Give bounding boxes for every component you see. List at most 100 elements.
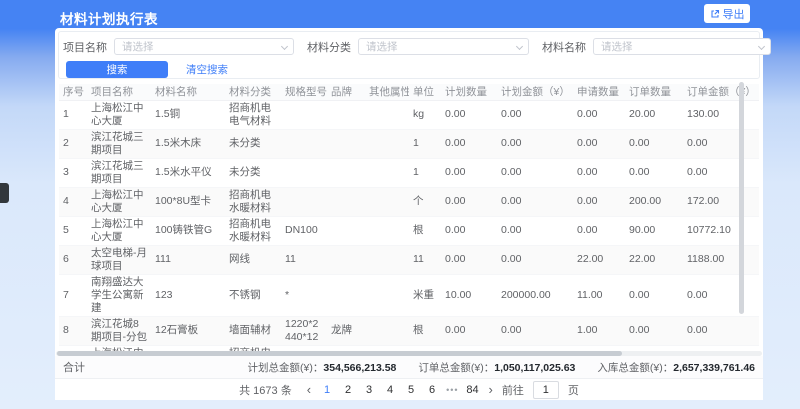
table-cell: 1.5米水平仪	[151, 158, 225, 187]
filter-panel: 项目名称请选择材料分类请选择材料名称请选择 搜索 清空搜索	[58, 31, 760, 79]
pagination: 共 1673 条 ‹ 123456•••84 › 前往 页	[55, 380, 763, 400]
page-number[interactable]: 2	[341, 384, 355, 396]
table-cell: 0.00	[497, 316, 573, 345]
page-number[interactable]: 84	[466, 384, 480, 396]
table-cell: 0.00	[683, 316, 759, 345]
table-cell: 0.00	[497, 100, 573, 129]
table-cell: 172.00	[683, 187, 759, 216]
table-cell: 0.00	[441, 187, 497, 216]
filter-select[interactable]: 请选择	[593, 38, 771, 55]
table-cell: 4	[59, 187, 87, 216]
summary-item-label: 计划总金额(¥)：	[248, 362, 324, 374]
table-cell: 0.00	[441, 100, 497, 129]
table-cell: 8	[59, 316, 87, 345]
table-cell: 招商机电 水暖材料	[225, 187, 281, 216]
table-cell: 6	[59, 245, 87, 274]
summary-item-label: 入库总金额(¥)：	[597, 362, 673, 374]
filter-label: 项目名称	[63, 39, 107, 55]
table-cell: 10.00	[441, 274, 497, 316]
export-button[interactable]: 导出	[704, 4, 750, 23]
table-cell: 0.00	[625, 274, 683, 316]
table-cell: 个	[409, 187, 441, 216]
table-cell: DN100	[281, 216, 327, 245]
table-row: 6太空电梯-月球项目111网线11110.000.0022.0022.00118…	[59, 245, 759, 274]
vertical-scrollbar[interactable]	[739, 82, 744, 314]
column-header: 计划金额（¥）	[497, 84, 573, 100]
summary-item: 订单总金额(¥)：1,050,117,025.63	[418, 360, 575, 375]
table-cell: 1220*2440*12	[281, 316, 327, 345]
table-cell: 龙牌	[327, 316, 365, 345]
table-cell: 太空电梯-月球项目	[87, 245, 151, 274]
table-cell: 0.00	[441, 245, 497, 274]
table-cell	[365, 187, 409, 216]
table-row: 7南翔盛达大学生公寓新建123不锈钢*米重10.00200000.0011.00…	[59, 274, 759, 316]
column-header: 单位	[409, 84, 441, 100]
drawer-handle[interactable]	[0, 183, 9, 203]
table-cell: 1.5铜	[151, 100, 225, 129]
page-number[interactable]: 4	[383, 384, 397, 396]
chevron-down-icon	[758, 43, 765, 50]
page-number[interactable]: 1	[320, 384, 334, 396]
prev-page-button[interactable]: ‹	[305, 381, 313, 399]
table-cell: 1188.00	[683, 245, 759, 274]
table-cell: 招商机电 水暖材料	[225, 216, 281, 245]
summary-item-value: 1,050,117,025.63	[494, 362, 575, 374]
table-cell: 0.00	[573, 187, 625, 216]
table-cell	[365, 158, 409, 187]
table-cell: 22.00	[625, 245, 683, 274]
table-cell: 111	[151, 245, 225, 274]
table-cell	[281, 187, 327, 216]
table-cell: 0.00	[441, 158, 497, 187]
table-cell	[327, 158, 365, 187]
table-cell	[281, 100, 327, 129]
goto-label: 前往	[502, 382, 524, 398]
column-header: 计划数量	[441, 84, 497, 100]
column-header: 申请数量	[573, 84, 625, 100]
table-cell	[365, 316, 409, 345]
table-cell: 0.00	[573, 129, 625, 158]
table-cell: 0.00	[573, 158, 625, 187]
table-cell	[327, 274, 365, 316]
select-placeholder: 请选择	[601, 39, 633, 54]
table-cell: 0.00	[497, 158, 573, 187]
table-cell: 100铸铁管G	[151, 216, 225, 245]
next-page-button[interactable]: ›	[487, 381, 495, 399]
table-cell: kg	[409, 100, 441, 129]
table-cell: 123	[151, 274, 225, 316]
table-cell: 0.00	[441, 316, 497, 345]
export-button-label: 导出	[723, 6, 745, 22]
table-cell: 90.00	[625, 216, 683, 245]
table-cell: 未分类	[225, 129, 281, 158]
table-cell: 1.5米木床	[151, 129, 225, 158]
table-cell: 22.00	[573, 245, 625, 274]
table-row: 4上海松江中心大厦100*8U型卡招商机电 水暖材料个0.000.000.002…	[59, 187, 759, 216]
table-cell: 0.00	[683, 158, 759, 187]
chevron-down-icon	[516, 43, 523, 50]
table-cell: 不锈钢	[225, 274, 281, 316]
table-cell: 滨江花城三期项目	[87, 129, 151, 158]
table-row: 5上海松江中心大厦100铸铁管G招商机电 水暖材料DN100根0.000.000…	[59, 216, 759, 245]
table-cell: *	[281, 274, 327, 316]
summary-item: 入库总金额(¥)：2,657,339,761.46	[597, 360, 755, 375]
table-cell: 11	[409, 245, 441, 274]
filter-fields-row: 项目名称请选择材料分类请选择材料名称请选择	[63, 38, 755, 55]
page-number[interactable]: 6	[425, 384, 439, 396]
filter-select[interactable]: 请选择	[114, 38, 294, 55]
page-number[interactable]: 5	[404, 384, 418, 396]
search-button[interactable]: 搜索	[66, 61, 168, 78]
table-cell: 0.00	[683, 274, 759, 316]
page-ellipsis[interactable]: •••	[446, 385, 458, 395]
table-cell: 100*8U型卡	[151, 187, 225, 216]
filter-select[interactable]: 请选择	[358, 38, 529, 55]
table-cell: 2	[59, 129, 87, 158]
table-cell	[327, 187, 365, 216]
table-cell	[327, 100, 365, 129]
materials-table: 序号项目名称材料名称材料分类规格型号品牌其他属性单位计划数量计划金额（¥）申请数…	[59, 84, 759, 375]
goto-page-input[interactable]	[533, 381, 559, 399]
page-number[interactable]: 3	[362, 384, 376, 396]
summary-item: 计划总金额(¥)：354,566,213.58	[248, 360, 397, 375]
column-header: 材料分类	[225, 84, 281, 100]
clear-search-link[interactable]: 清空搜索	[186, 62, 228, 77]
table-cell: 根	[409, 216, 441, 245]
table-row: 2滨江花城三期项目1.5米木床未分类10.000.000.000.000.00	[59, 129, 759, 158]
